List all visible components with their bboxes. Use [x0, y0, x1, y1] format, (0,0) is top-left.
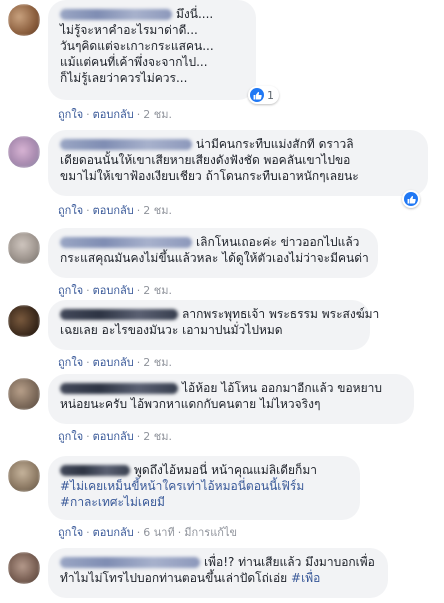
separator-dot: ·: [136, 430, 141, 443]
author-name[interactable]: [60, 557, 200, 568]
author-name[interactable]: [60, 383, 178, 394]
comment-text-line-3: ขมาไม่ให้เขาฟ้องเงียบเชียว ถ้าโดนกระทืบเ…: [60, 169, 359, 183]
comment-text-line-1: ลากพระพุทธเจ้า พระธรรม พระสงฆ์มา: [60, 306, 379, 322]
reaction-summary[interactable]: [402, 190, 420, 208]
comment-actions: ถูกใจ · ตอบกลับ · 2 ชม.: [58, 108, 172, 122]
avatar[interactable]: [8, 552, 40, 584]
timestamp[interactable]: 2 ชม.: [143, 430, 172, 443]
comment-text-line-1: เพื่อ!? ท่านเสียแล้ว มึงมาบอกเพื่อ: [60, 554, 376, 570]
author-name[interactable]: [60, 465, 130, 476]
comment-text-line-4: แม้แต่คนที่เค้าพึ่งจะจากไป...: [60, 55, 208, 69]
author-name[interactable]: [60, 139, 192, 150]
timestamp[interactable]: 6 นาที: [143, 526, 174, 539]
reply-link[interactable]: ตอบกลับ: [93, 356, 134, 369]
comment-text-line-2: หน่อยนะครับ ไอ้พวกหาแดกกับคนตาย ไม่ไหวจร…: [60, 397, 321, 411]
comment-text-line-3: วันๆคิดแต่จะเกาะกระแสคน...: [60, 39, 214, 53]
separator-dot: ·: [136, 284, 141, 297]
like-icon: [404, 192, 418, 206]
like-link[interactable]: ถูกใจ: [58, 204, 83, 217]
comment-text-line-2: ทำไมไม่โทรไปบอกท่านตอนขึ้นเล่าปัดโถ่เอ่ย…: [60, 571, 321, 585]
comment-actions: ถูกใจ · ตอบกลับ · 6 นาที · มีการแก้ไข: [58, 526, 237, 540]
comment-bubble: เพื่อ!? ท่านเสียแล้ว มึงมาบอกเพื่อ ทำไมไ…: [48, 548, 388, 598]
timestamp[interactable]: 2 ชม.: [143, 204, 172, 217]
comment-text-line-2: กระแสคุณมันคงไม่ขึ้นแล้วหละ ได้ดูให้ตัวเ…: [60, 251, 369, 265]
separator-dot: ·: [86, 204, 90, 217]
like-link[interactable]: ถูกใจ: [58, 356, 83, 369]
comment-text-line-2: เฉยเลย อะไรของมันวะ เอามาปนมั่วไปหมด: [60, 323, 283, 337]
separator-dot: ·: [86, 284, 90, 297]
comment-bubble: น่ามีคนกระทืบแม่งสักที ดราวลิ เดียดอนนั้…: [48, 130, 428, 196]
comment-actions: ถูกใจ · ตอบกลับ · 2 ชม.: [58, 284, 172, 298]
comment-text-line-1: เลิกโหนเถอะค่ะ ข่าวออกไปแล้ว: [60, 234, 366, 250]
comment-actions: ถูกใจ · ตอบกลับ · 2 ชม.: [58, 430, 172, 444]
comment-text-line-1: พูดถึงไอ้หมอนี่ หน้าคุณแม่ลิเดียก็มา: [60, 462, 348, 478]
like-icon: [250, 88, 264, 102]
hashtag-link[interactable]: #กาละเทศะไม่เคยมี: [60, 494, 348, 510]
comment-text-line-1: น่ามีคนกระทืบแม่งสักที ดราวลิ: [60, 136, 416, 152]
reply-link[interactable]: ตอบกลับ: [93, 204, 134, 217]
like-link[interactable]: ถูกใจ: [58, 526, 83, 539]
separator-dot: ·: [177, 526, 182, 539]
reaction-count: 1: [267, 88, 274, 102]
like-link[interactable]: ถูกใจ: [58, 284, 83, 297]
hashtag-link[interactable]: #เพื่อ: [291, 571, 320, 585]
separator-dot: ·: [136, 204, 141, 217]
avatar[interactable]: [8, 378, 40, 410]
hashtag-link[interactable]: #ไม่เคยเหม็นขี้หน้าใครเท่าไอ้หมอนี่ตอนนี…: [60, 478, 348, 494]
comment-bubble: พูดถึงไอ้หมอนี่ หน้าคุณแม่ลิเดียก็มา #ไม…: [48, 456, 360, 520]
separator-dot: ·: [86, 108, 90, 121]
reply-link[interactable]: ตอบกลับ: [93, 430, 134, 443]
author-name[interactable]: [60, 309, 178, 320]
separator-dot: ·: [86, 526, 90, 539]
reply-link[interactable]: ตอบกลับ: [93, 284, 134, 297]
comment-bubble: ไอ้ห้อย ไอ้โหน ออกมาอีกแล้ว ขอหยาบ หน่อย…: [48, 374, 414, 424]
comment-bubble: ลากพระพุทธเจ้า พระธรรม พระสงฆ์มา เฉยเลย …: [48, 300, 379, 350]
like-link[interactable]: ถูกใจ: [58, 430, 83, 443]
comment-text-line-2: เดียดอนนั้นให้เขาเสียหายเสียงดังฟังชัด พ…: [60, 153, 351, 167]
comment-text-line-1: มึงนี่....: [60, 6, 244, 22]
separator-dot: ·: [136, 108, 141, 121]
separator-dot: ·: [86, 430, 90, 443]
separator-dot: ·: [86, 356, 90, 369]
separator-dot: ·: [136, 356, 141, 369]
reaction-summary[interactable]: 1: [248, 86, 279, 104]
avatar[interactable]: [8, 136, 40, 168]
comment-actions: ถูกใจ · ตอบกลับ · 2 ชม.: [58, 204, 172, 218]
author-name[interactable]: [60, 9, 172, 20]
comment-bubble: มึงนี่.... ไม่รู้จะหาคำอะไรมาด่าดี... วั…: [48, 0, 256, 100]
timestamp[interactable]: 2 ชม.: [143, 356, 172, 369]
like-link[interactable]: ถูกใจ: [58, 108, 83, 121]
avatar[interactable]: [8, 460, 40, 492]
comment-text-line-1: ไอ้ห้อย ไอ้โหน ออกมาอีกแล้ว ขอหยาบ: [60, 380, 402, 396]
comment-text-line-2: ไม่รู้จะหาคำอะไรมาด่าดี...: [60, 23, 198, 37]
reply-link[interactable]: ตอบกลับ: [93, 526, 134, 539]
timestamp[interactable]: 2 ชม.: [143, 284, 172, 297]
comment-actions: ถูกใจ · ตอบกลับ · 2 ชม.: [58, 356, 172, 370]
avatar[interactable]: [8, 232, 40, 264]
timestamp[interactable]: 2 ชม.: [143, 108, 172, 121]
edited-label[interactable]: มีการแก้ไข: [184, 526, 237, 539]
author-name[interactable]: [60, 237, 192, 248]
comment-text-line-5: ก็ไม่รู้เลยว่าควรไม่ควร...: [60, 71, 188, 85]
comment-bubble: เลิกโหนเถอะค่ะ ข่าวออกไปแล้ว กระแสคุณมัน…: [48, 228, 378, 278]
reply-link[interactable]: ตอบกลับ: [93, 108, 134, 121]
separator-dot: ·: [136, 526, 141, 539]
avatar[interactable]: [8, 305, 40, 337]
avatar[interactable]: [8, 4, 40, 36]
